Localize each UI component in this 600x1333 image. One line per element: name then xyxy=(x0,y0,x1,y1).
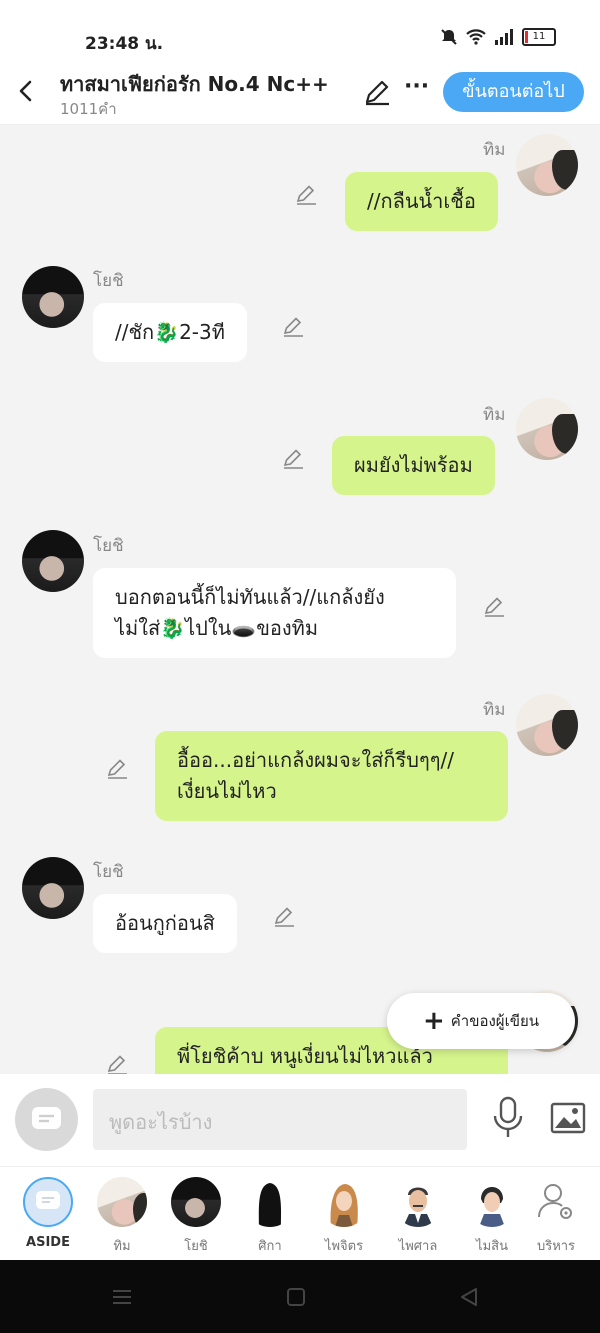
message-bubble[interactable]: ผมยังไม่พร้อม xyxy=(332,436,495,495)
home-icon[interactable] xyxy=(286,1287,306,1307)
chat-area[interactable]: ทิม //กลืนน้ำเชื้อ โยชิ //ชัก🐉2-3ที ทิม … xyxy=(0,124,600,1074)
message-bubble[interactable]: อื้ออ...อย่าแกล้งผมจะใส่ก็รีบๆๆ// เงี่ยน… xyxy=(155,731,508,821)
sender-name: ทิม xyxy=(483,700,506,720)
tab-maisin[interactable]: ไมสิน xyxy=(460,1177,524,1256)
avatar-tim xyxy=(97,1177,147,1227)
input-bar: พูดอะไรบ้าง xyxy=(0,1074,600,1166)
message-bubble[interactable]: //ชัก🐉2-3ที xyxy=(93,303,247,362)
aside-icon xyxy=(23,1177,73,1227)
author-note-label: คำของผู้เขียน xyxy=(450,1012,540,1030)
story-title: ทาสมาเฟียก่อรัก No.4 Nc++ xyxy=(60,72,329,96)
system-navigation-bar xyxy=(0,1260,600,1333)
sender-name: โยชิ xyxy=(93,862,124,882)
tab-paisan[interactable]: ไพศาล xyxy=(386,1177,450,1256)
sender-name: ทิม xyxy=(483,405,506,425)
message-line: บอกตอนนี้ก็ไม่ทันแล้ว//แกล้งยัง xyxy=(115,585,385,609)
status-icons: 11 xyxy=(440,28,556,46)
back-nav-icon[interactable] xyxy=(459,1287,479,1307)
tab-label: ศิกา xyxy=(258,1239,282,1254)
message-bubble[interactable]: //กลืนน้ำเชื้อ xyxy=(345,172,498,231)
wifi-icon xyxy=(466,29,486,45)
avatar-paijit xyxy=(319,1177,369,1227)
tab-yoshi[interactable]: โยชิ xyxy=(164,1177,228,1256)
status-bar: 23:48 น. 11 xyxy=(0,0,600,62)
aside-toggle-button[interactable] xyxy=(15,1088,78,1151)
edit-message-pencil-icon[interactable] xyxy=(282,448,304,470)
avatar-maisin xyxy=(467,1177,517,1227)
tab-label: บริหาร xyxy=(536,1239,576,1254)
sender-name: โยชิ xyxy=(93,271,124,291)
avatar-yoshi[interactable] xyxy=(22,857,84,919)
sender-name: โยชิ xyxy=(93,536,124,556)
character-tab-bar: ASIDE ทิม โยชิ ศิกา ไพจิตร ไพศาล ไมสิน บ… xyxy=(0,1166,600,1261)
plus-icon: + xyxy=(422,1006,445,1036)
edit-title-pencil-icon[interactable] xyxy=(363,78,391,106)
recent-apps-icon[interactable] xyxy=(112,1287,132,1307)
tab-label: ทิม xyxy=(113,1239,131,1254)
input-placeholder: พูดอะไรบ้าง xyxy=(109,1110,213,1134)
avatar-tim[interactable] xyxy=(516,134,578,196)
tab-paijit[interactable]: ไพจิตร xyxy=(312,1177,376,1256)
avatar-silhouette xyxy=(245,1177,295,1227)
image-icon[interactable] xyxy=(550,1102,586,1134)
author-note-button[interactable]: + คำของผู้เขียน xyxy=(387,993,575,1049)
tab-label: ไมสิน xyxy=(476,1239,508,1254)
chat-header: ทาสมาเฟียก่อรัก No.4 Nc++ 1011คำ ··· ขั้… xyxy=(0,62,600,125)
message-input[interactable]: พูดอะไรบ้าง xyxy=(93,1089,467,1150)
battery-icon: 11 xyxy=(522,28,556,46)
mute-icon xyxy=(441,29,457,45)
tab-tim[interactable]: ทิม xyxy=(90,1177,154,1256)
microphone-icon[interactable] xyxy=(492,1096,524,1140)
battery-level: 11 xyxy=(532,31,546,42)
edit-message-pencil-icon[interactable] xyxy=(106,758,128,780)
next-step-button[interactable]: ขั้นตอนต่อไป xyxy=(443,72,584,112)
message-line: อื้ออ...อย่าแกล้งผมจะใส่ก็รีบๆๆ// xyxy=(177,748,454,772)
message-line: ไม่ใส่🐉ไปใน🕳️ของทิม xyxy=(115,616,319,640)
back-arrow-icon[interactable] xyxy=(14,76,38,106)
tab-label: ไพศาล xyxy=(398,1239,438,1254)
tab-label: ASIDE xyxy=(26,1235,70,1250)
tab-label: ไพจิตร xyxy=(324,1239,364,1254)
avatar-tim[interactable] xyxy=(516,398,578,460)
tab-sika[interactable]: ศิกา xyxy=(238,1177,302,1256)
tab-manage[interactable]: บริหาร xyxy=(524,1177,588,1256)
signal-icon xyxy=(495,29,513,45)
manage-user-gear-icon xyxy=(531,1177,581,1227)
edit-message-pencil-icon[interactable] xyxy=(483,596,505,618)
avatar-yoshi[interactable] xyxy=(22,530,84,592)
sender-name: ทิม xyxy=(483,140,506,160)
message-bubble[interactable]: อ้อนกูก่อนสิ xyxy=(93,894,237,953)
avatar-tim[interactable] xyxy=(516,694,578,756)
edit-message-pencil-icon[interactable] xyxy=(295,184,317,206)
tab-label: โยชิ xyxy=(184,1239,208,1254)
chat-bubble-icon xyxy=(32,1107,61,1129)
tab-aside[interactable]: ASIDE xyxy=(16,1177,80,1250)
status-time: 23:48 น. xyxy=(85,34,164,54)
more-options-icon[interactable]: ··· xyxy=(404,74,429,99)
edit-message-pencil-icon[interactable] xyxy=(273,906,295,928)
avatar-yoshi[interactable] xyxy=(22,266,84,328)
avatar-paisan xyxy=(393,1177,443,1227)
message-bubble[interactable]: บอกตอนนี้ก็ไม่ทันแล้ว//แกล้งยัง ไม่ใส่🐉ไ… xyxy=(93,568,456,658)
avatar-yoshi xyxy=(171,1177,221,1227)
edit-message-pencil-icon[interactable] xyxy=(282,316,304,338)
word-count: 1011คำ xyxy=(60,100,117,118)
edit-message-pencil-icon[interactable] xyxy=(106,1054,128,1074)
message-line: เงี่ยนไม่ไหว xyxy=(177,779,277,803)
